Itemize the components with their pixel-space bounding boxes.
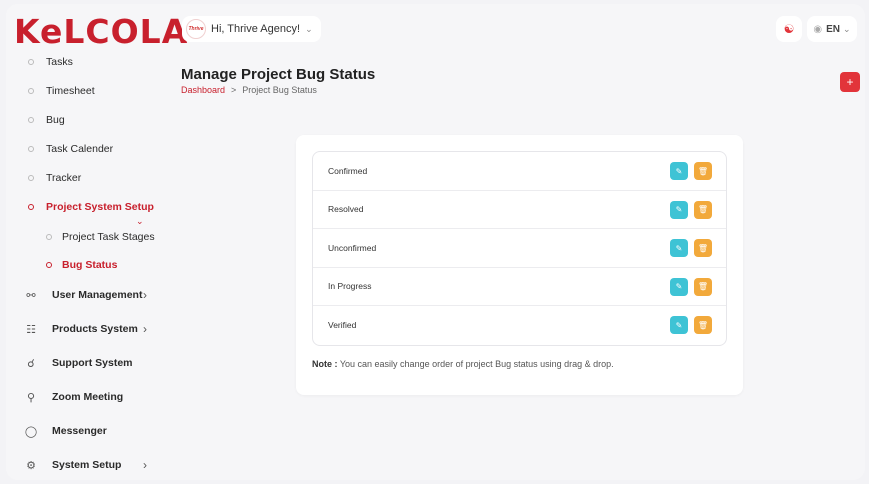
user-menu[interactable]: Thrive Hi, Thrive Agency! ⌄	[182, 16, 321, 42]
breadcrumb-dashboard[interactable]: Dashboard	[181, 85, 225, 95]
pencil-icon: ✎	[675, 243, 683, 253]
app-frame: KeLCOLA Tasks Timesheet Bug Task Calende…	[6, 4, 865, 480]
bug-status-card: Confirmed ✎ 🗑 Resolved ✎ 🗑 Unconfirmed ✎…	[296, 135, 743, 395]
language-selector[interactable]: ◉ EN ⌄	[807, 16, 857, 42]
delete-button[interactable]: 🗑	[694, 277, 712, 296]
bullet-icon	[28, 59, 34, 65]
language-label: EN	[826, 23, 841, 35]
bullet-icon	[28, 117, 34, 123]
pencil-icon: ✎	[675, 320, 683, 330]
pencil-icon: ✎	[675, 282, 683, 291]
sidebar-item-project-system-setup[interactable]: Project System Setup	[6, 196, 166, 218]
bullet-icon	[46, 262, 52, 268]
sidebar-item-bug-status[interactable]: Bug Status	[6, 254, 166, 276]
chat-icon: ◯	[24, 425, 38, 438]
trash-icon: 🗑	[697, 320, 709, 330]
sidebar-item-label: Project System Setup	[46, 201, 154, 213]
gear-icon: ⚙	[26, 459, 36, 472]
edit-button[interactable]: ✎	[670, 200, 688, 219]
breadcrumb-separator: >	[231, 85, 237, 95]
pencil-icon: ✎	[675, 166, 683, 176]
delete-button[interactable]: 🗑	[694, 200, 712, 219]
note-label: Note :	[312, 359, 338, 369]
greeting-text: Hi, Thrive Agency!	[211, 23, 301, 35]
delete-button[interactable]: 🗑	[694, 316, 712, 334]
breadcrumb: Dashboard > Project Bug Status	[181, 85, 317, 95]
sidebar-item-label: Project Task Stages	[62, 231, 155, 243]
status-name: Verified	[328, 320, 357, 331]
sidebar: KeLCOLA Tasks Timesheet Bug Task Calende…	[6, 4, 187, 480]
sidebar-item-system-setup[interactable]: ⚙ System Setup ›	[6, 452, 166, 478]
chat-bubble-icon: ☯	[783, 22, 795, 36]
chevron-right-icon: ›	[143, 288, 147, 302]
bug-status-list: Confirmed ✎ 🗑 Resolved ✎ 🗑 Unconfirmed ✎…	[312, 151, 727, 346]
trash-icon: 🗑	[697, 243, 709, 253]
list-item[interactable]: Unconfirmed ✎ 🗑	[313, 229, 726, 268]
sidebar-item-tasks[interactable]: Tasks	[6, 51, 166, 73]
sidebar-item-label: Tracker	[46, 172, 82, 184]
users-icon: ⚯	[26, 289, 36, 302]
chevron-right-icon: ›	[143, 322, 147, 336]
sidebar-item-support-system[interactable]: ☌ Support System	[6, 350, 166, 376]
bullet-icon	[28, 146, 34, 152]
status-name: Unconfirmed	[328, 242, 377, 253]
sidebar-item-label: Bug	[46, 114, 65, 126]
edit-button[interactable]: ✎	[670, 277, 688, 296]
delete-button[interactable]: 🗑	[694, 162, 712, 180]
user-plus-icon: ⚲	[26, 391, 36, 404]
chevron-down-icon: ⌄	[843, 23, 851, 34]
sidebar-item-label: Support System	[52, 357, 133, 369]
sidebar-item-tracker[interactable]: Tracker	[6, 167, 166, 189]
list-item[interactable]: In Progress ✎ 🗑	[313, 268, 726, 306]
chevron-right-icon: ›	[143, 458, 147, 472]
status-name: In Progress	[328, 281, 372, 292]
drag-drop-note: Note : You can easily change order of pr…	[312, 359, 614, 369]
note-text: You can easily change order of project B…	[339, 359, 614, 369]
brand-logo[interactable]: KeLCOLA	[14, 12, 188, 51]
sidebar-item-task-calender[interactable]: Task Calender	[6, 138, 166, 160]
bullet-icon	[28, 88, 34, 94]
notification-button[interactable]: ☯	[776, 16, 802, 42]
sidebar-item-zoom-meeting[interactable]: ⚲ Zoom Meeting	[6, 384, 166, 410]
sidebar-item-label: Timesheet	[46, 85, 95, 97]
sidebar-item-label: Products System	[52, 323, 138, 335]
edit-button[interactable]: ✎	[670, 316, 688, 334]
list-item[interactable]: Confirmed ✎ 🗑	[313, 152, 726, 191]
sidebar-item-timesheet[interactable]: Timesheet	[6, 80, 166, 102]
pencil-icon: ✎	[675, 205, 683, 214]
trash-icon: 🗑	[697, 166, 709, 176]
bullet-icon	[46, 234, 52, 240]
chevron-down-icon: ⌄	[305, 23, 313, 34]
list-item[interactable]: Verified ✎ 🗑	[313, 306, 726, 345]
sidebar-item-label: System Setup	[52, 459, 122, 471]
breadcrumb-current: Project Bug Status	[242, 85, 317, 95]
bullet-icon	[28, 204, 34, 210]
edit-button[interactable]: ✎	[670, 239, 688, 257]
avatar: Thrive	[186, 19, 206, 39]
sidebar-item-label: Messenger	[52, 425, 107, 437]
headset-icon: ☌	[27, 357, 35, 370]
sidebar-item-bug[interactable]: Bug	[6, 109, 166, 131]
sidebar-item-products-system[interactable]: ☷ Products System ›	[6, 316, 166, 342]
edit-button[interactable]: ✎	[670, 162, 688, 180]
add-bug-status-button[interactable]: +	[840, 72, 860, 92]
delete-button[interactable]: 🗑	[694, 239, 712, 257]
cart-icon: ☷	[26, 323, 36, 336]
globe-icon: ◉	[813, 23, 823, 35]
sidebar-item-label: User Management	[52, 289, 143, 301]
list-item[interactable]: Resolved ✎ 🗑	[313, 191, 726, 229]
status-name: Confirmed	[328, 165, 368, 176]
sidebar-item-label: Zoom Meeting	[52, 391, 124, 403]
sidebar-item-label: Tasks	[46, 56, 73, 68]
sidebar-item-user-management[interactable]: ⚯ User Management ›	[6, 282, 166, 308]
sidebar-item-label: Task Calender	[46, 143, 114, 155]
trash-icon: 🗑	[697, 282, 709, 291]
trash-icon: 🗑	[697, 205, 709, 214]
bullet-icon	[28, 175, 34, 181]
page-title: Manage Project Bug Status	[181, 66, 376, 83]
sidebar-item-label: Bug Status	[62, 259, 118, 271]
sidebar-item-project-task-stages[interactable]: Project Task Stages	[6, 226, 166, 248]
status-name: Resolved	[328, 204, 364, 215]
sidebar-item-messenger[interactable]: ◯ Messenger	[6, 418, 166, 444]
